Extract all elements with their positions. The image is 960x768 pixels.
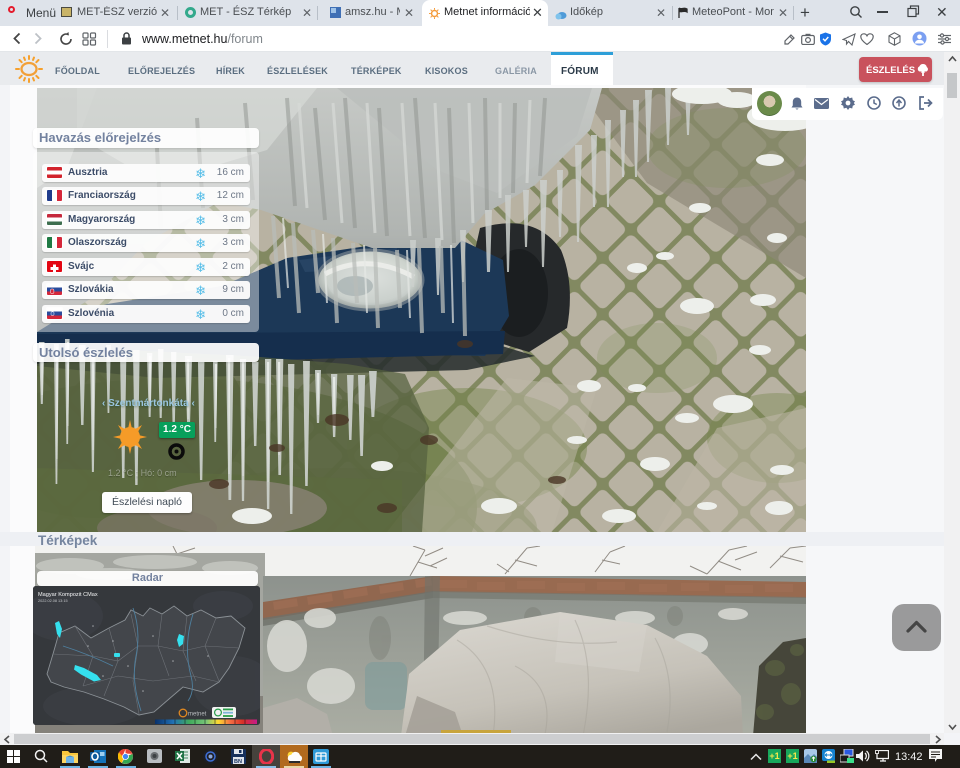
svg-text:2022.02.08 13:15: 2022.02.08 13:15: [38, 599, 68, 603]
svg-text:metnet: metnet: [188, 712, 207, 718]
svg-text:Magyar Kompozit CMax: Magyar Kompozit CMax: [38, 592, 98, 598]
svg-text:BN: BN: [234, 759, 242, 764]
